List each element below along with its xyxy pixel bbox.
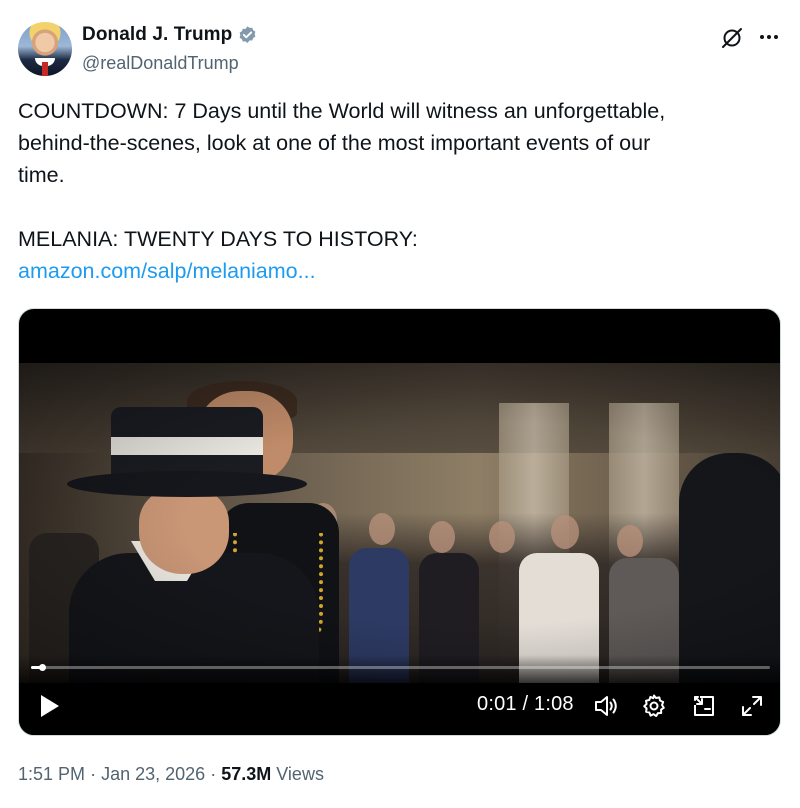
- settings-gear-icon[interactable]: [641, 693, 667, 719]
- tweet-link[interactable]: amazon.com/salp/melaniamo...: [18, 259, 316, 283]
- grok-icon[interactable]: [720, 26, 744, 50]
- tweet-date[interactable]: Jan 23, 2026: [101, 764, 205, 784]
- author-name-row: Donald J. Trump: [82, 24, 258, 46]
- video-progress-bar[interactable]: [31, 664, 770, 671]
- avatar-tie: [42, 62, 48, 76]
- views-label: Views: [276, 764, 324, 784]
- video-player[interactable]: 0:01 / 1:08: [18, 308, 781, 736]
- author-handle[interactable]: @realDonaldTrump: [82, 53, 239, 74]
- tweet-meta: 1:51 PM · Jan 23, 2026 · 57.3M Views: [18, 764, 324, 785]
- tweet-text-line: COUNTDOWN: 7 Days until the World will w…: [18, 99, 666, 123]
- author-name[interactable]: Donald J. Trump: [82, 24, 232, 46]
- views-count[interactable]: 57.3M: [221, 764, 271, 784]
- tweet-text-line: time.: [18, 163, 65, 187]
- volume-icon[interactable]: [593, 693, 619, 719]
- tweet-text-line: behind-the-scenes, look at one of the mo…: [18, 131, 651, 155]
- picture-in-picture-icon[interactable]: [691, 693, 717, 719]
- more-icon[interactable]: [756, 24, 782, 50]
- author-avatar[interactable]: [18, 22, 72, 76]
- meta-separator: ·: [90, 764, 97, 784]
- meta-separator: ·: [210, 764, 217, 784]
- video-frame[interactable]: [19, 363, 780, 683]
- scene-vignette: [19, 363, 780, 683]
- tweet-text-line: MELANIA: TWENTY DAYS TO HISTORY:: [18, 227, 418, 251]
- tweet-text: COUNTDOWN: 7 Days until the World will w…: [18, 95, 778, 287]
- tweet-header: Donald J. Trump @realDonaldTrump: [16, 20, 784, 80]
- video-time-display: 0:01 / 1:08: [477, 693, 574, 715]
- verified-badge-icon[interactable]: [237, 25, 258, 46]
- tweet-time[interactable]: 1:51 PM: [18, 764, 85, 784]
- fullscreen-icon[interactable]: [739, 693, 765, 719]
- play-icon[interactable]: [39, 693, 61, 719]
